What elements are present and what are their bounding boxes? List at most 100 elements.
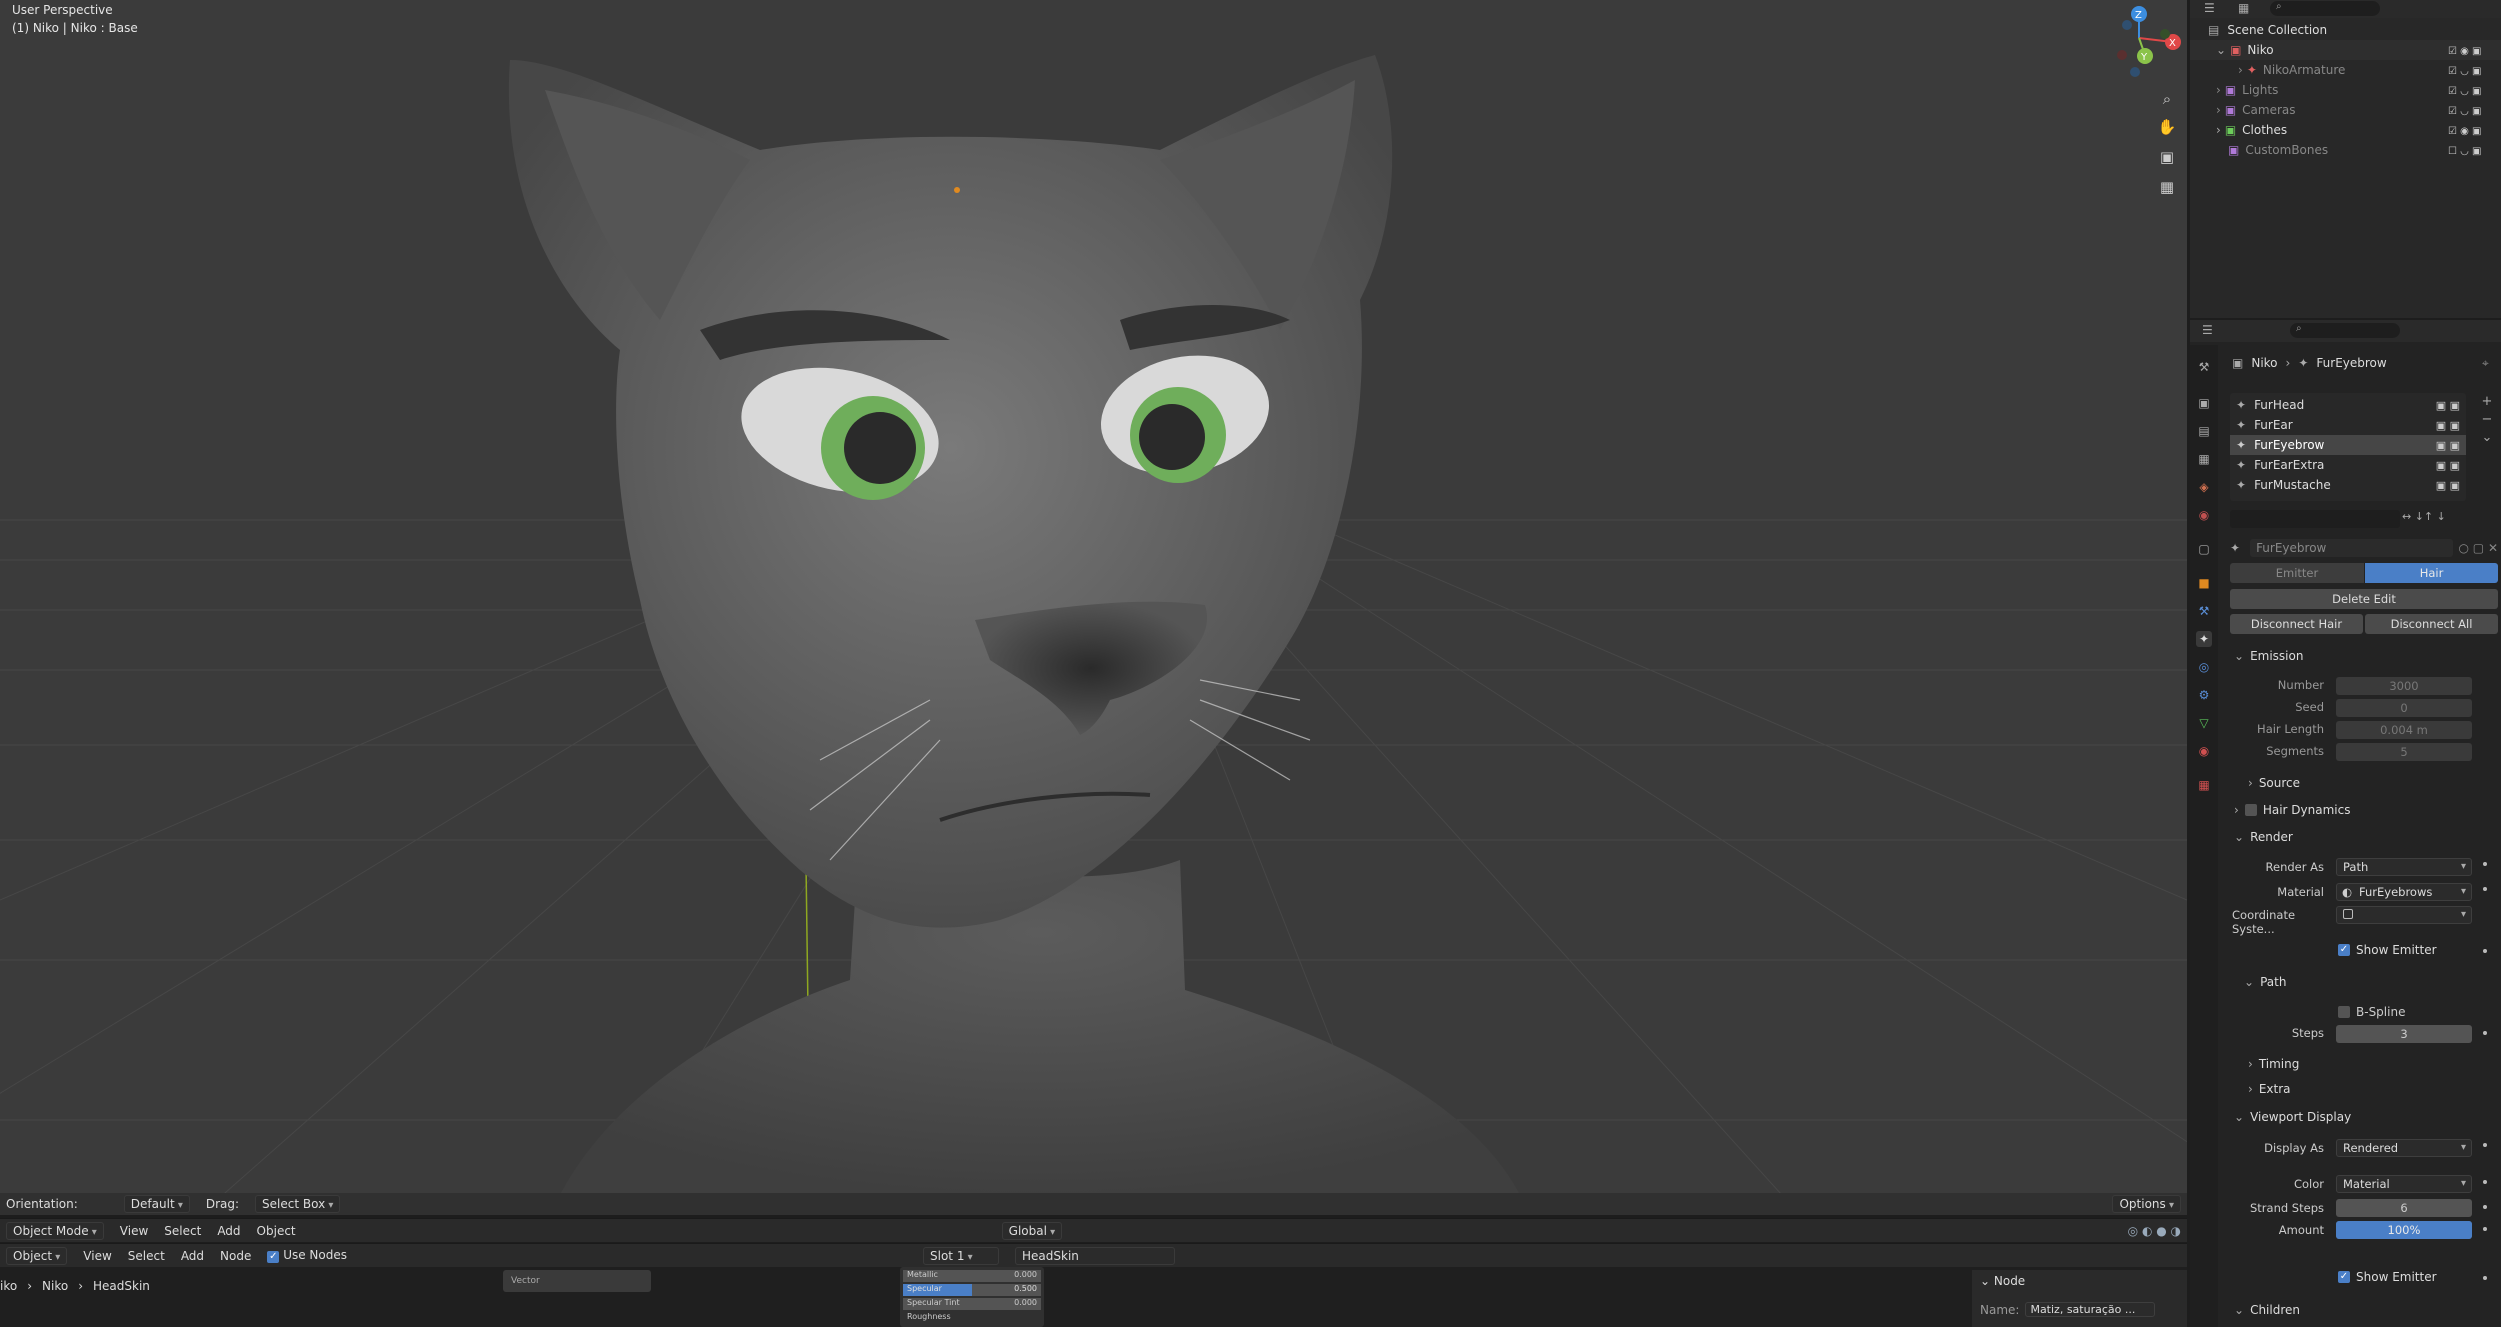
list-item[interactable]: ✦ FurMustache ▣ ▣ <box>2230 475 2466 495</box>
display-as-dropdown[interactable]: Rendered <box>2336 1139 2472 1157</box>
slot-dropdown[interactable]: Slot 1 <box>923 1246 1000 1265</box>
node-row[interactable]: Specular 0.500 <box>903 1284 1041 1296</box>
hair-tab[interactable]: Hair <box>2365 563 2498 583</box>
keyframe-dot[interactable] <box>2483 1227 2487 1231</box>
show-emitter-toggle[interactable]: ✓ Show Emitter <box>2338 943 2437 957</box>
node-menu-select[interactable]: Select <box>128 1249 165 1263</box>
list-side-buttons[interactable]: + − ⌄ <box>2478 393 2496 453</box>
segments-field[interactable]: 5 <box>2336 743 2472 761</box>
keyframe-dot[interactable] <box>2483 862 2487 866</box>
strand-steps-field[interactable]: 6 <box>2336 1199 2472 1217</box>
children-panel-header[interactable]: ⌄ Children <box>2228 1298 2498 1322</box>
particle-settings-selector[interactable]: ✦ FurEyebrow ○ ▢ ✕ <box>2230 538 2498 558</box>
modifier-tab-icon[interactable]: ⚒ <box>2196 603 2212 619</box>
3d-viewport[interactable]: User Perspective (1) Niko | Niko : Base … <box>0 0 2187 1215</box>
shading-icons[interactable]: ◎ ◐ ● ◑ <box>2128 1224 2181 1238</box>
filter-icon[interactable]: ▦ <box>2238 1 2249 15</box>
show-emitter-display-toggle[interactable]: ✓ Show Emitter <box>2338 1270 2437 1284</box>
material-dropdown[interactable]: ◐ FurEyebrows <box>2336 883 2472 901</box>
texture-tab-icon[interactable]: ▦ <box>2196 777 2212 793</box>
settings-actions-icons[interactable]: ○ ▢ ✕ <box>2459 541 2499 555</box>
visibility-icons[interactable]: ▣ ▣ <box>2436 419 2460 432</box>
disconnect-hair-button[interactable]: Disconnect Hair <box>2230 614 2363 634</box>
bspline-toggle[interactable]: B-Spline <box>2338 1005 2405 1019</box>
particles-tab-icon[interactable]: ✦ <box>2196 631 2212 647</box>
material-selector[interactable]: HeadSkin <box>1015 1246 1176 1265</box>
zoom-icon[interactable]: ⌕ <box>2155 90 2179 114</box>
node-row[interactable]: Specular Tint 0.000 <box>903 1298 1041 1310</box>
menu-add[interactable]: Add <box>217 1224 240 1238</box>
data-tab-icon[interactable]: ▽ <box>2196 715 2212 731</box>
camera-view-icon[interactable]: ▣ <box>2155 148 2179 172</box>
drag-dropdown[interactable]: Select Box <box>255 1195 341 1213</box>
menu-select[interactable]: Select <box>164 1224 201 1238</box>
disconnect-all-button[interactable]: Disconnect All <box>2365 614 2498 634</box>
pin-icon[interactable]: ⌖ <box>2482 356 2489 371</box>
node-menu-node[interactable]: Node <box>220 1249 251 1263</box>
delete-edit-button[interactable]: Delete Edit <box>2230 589 2498 609</box>
keyframe-dot[interactable] <box>2483 887 2487 891</box>
world-tab-icon[interactable]: ◉ <box>2196 507 2212 523</box>
render-as-dropdown[interactable]: Path <box>2336 858 2472 876</box>
node-name-field[interactable]: Matiz, saturação ... <box>2025 1302 2156 1317</box>
node-row[interactable]: Metallic 0.000 <box>903 1270 1041 1282</box>
settings-name-field[interactable]: FurEyebrow <box>2250 539 2453 557</box>
amount-slider[interactable]: 100% <box>2336 1221 2472 1239</box>
tool-tab-icon[interactable]: ⚒ <box>2196 359 2212 375</box>
visibility-toggles[interactable]: ☑ ◉ ▣ ☑ ◡ ▣ ☑ ◡ ▣ ☑ ◡ ▣ ☑ ◉ ▣ ☐ ◡ ▣ <box>2448 42 2498 162</box>
render-tab-icon[interactable]: ▣ <box>2196 395 2212 411</box>
keyframe-dot[interactable] <box>2483 1143 2487 1147</box>
list-item[interactable]: ✦ FurEarExtra ▣ ▣ <box>2230 455 2466 475</box>
menu-object[interactable]: Object <box>257 1224 296 1238</box>
options-dropdown[interactable]: Options <box>2112 1195 2181 1213</box>
visibility-icons[interactable]: ▣ ▣ <box>2436 459 2460 472</box>
editor-type-icon[interactable]: ☰ <box>2202 323 2213 337</box>
viewport-display-panel-header[interactable]: ⌄ Viewport Display <box>2228 1105 2498 1129</box>
physics-tab-icon[interactable]: ◎ <box>2196 659 2212 675</box>
use-nodes-toggle[interactable]: ✓ Use Nodes <box>267 1248 347 1263</box>
scene-collection-row[interactable]: ▤ Scene Collection <box>2190 20 2501 40</box>
list-sort-icons[interactable]: ↔ ↓↑ ↓ <box>2402 510 2472 528</box>
vector-node[interactable]: Vector <box>503 1270 651 1292</box>
hair-dynamics-checkbox[interactable] <box>2244 804 2257 816</box>
hair-dynamics-panel[interactable]: › Hair Dynamics <box>2228 798 2498 822</box>
material-tab-icon[interactable]: ◉ <box>2196 743 2212 759</box>
ortho-grid-icon[interactable]: ▦ <box>2155 178 2179 202</box>
emission-panel-header[interactable]: ⌄ Emission <box>2228 644 2498 668</box>
show-emitter-display-checkbox[interactable]: ✓ <box>2338 1271 2350 1283</box>
list-item[interactable]: ✦ FurEar ▣ ▣ <box>2230 415 2466 435</box>
use-nodes-checkbox[interactable]: ✓ <box>267 1251 280 1263</box>
keyframe-dot[interactable] <box>2483 1031 2487 1035</box>
transform-orientation-dropdown[interactable]: Global <box>1001 1221 1063 1240</box>
list-filter-input[interactable] <box>2230 510 2400 528</box>
node-menu-add[interactable]: Add <box>181 1249 204 1263</box>
outliner-search-input[interactable]: ⌕ <box>2270 1 2380 16</box>
keyframe-dot[interactable] <box>2483 1205 2487 1209</box>
node-row[interactable]: Roughness <box>903 1312 1041 1324</box>
node-menu-view[interactable]: View <box>83 1249 111 1263</box>
bspline-checkbox[interactable] <box>2338 1006 2350 1018</box>
extra-subpanel[interactable]: › Extra <box>2228 1077 2498 1101</box>
render-panel-header[interactable]: ⌄ Render <box>2228 825 2498 849</box>
list-item[interactable]: ✦ FurHead ▣ ▣ <box>2230 395 2466 415</box>
keyframe-dot[interactable] <box>2483 1180 2487 1184</box>
collection-tab-icon[interactable]: ▢ <box>2196 541 2212 557</box>
color-dropdown[interactable]: Material <box>2336 1175 2472 1193</box>
node-editor[interactable]: Object View Select Add Node ✓ Use Nodes … <box>0 1243 2187 1327</box>
output-tab-icon[interactable]: ▤ <box>2196 423 2212 439</box>
hair-length-field[interactable]: 0.004 m <box>2336 721 2472 739</box>
node-section-header[interactable]: ⌄ Node <box>1980 1274 2179 1288</box>
steps-field[interactable]: 3 <box>2336 1025 2472 1043</box>
source-subpanel[interactable]: › Source <box>2228 771 2498 795</box>
coordinate-system-field[interactable] <box>2336 906 2472 924</box>
constraints-tab-icon[interactable]: ⚙ <box>2196 687 2212 703</box>
mode-dropdown[interactable]: Object Mode <box>6 1221 104 1240</box>
keyframe-dot[interactable] <box>2483 949 2487 953</box>
scene-tab-icon[interactable]: ◈ <box>2196 479 2212 495</box>
visibility-icons[interactable]: ▣ ▣ <box>2436 439 2460 452</box>
display-mode-icon[interactable]: ☰ <box>2204 1 2215 15</box>
menu-view[interactable]: View <box>120 1224 148 1238</box>
keyframe-dot[interactable] <box>2483 1276 2487 1280</box>
view-layer-tab-icon[interactable]: ▦ <box>2196 451 2212 467</box>
properties-search-input[interactable]: ⌕ <box>2290 323 2400 338</box>
